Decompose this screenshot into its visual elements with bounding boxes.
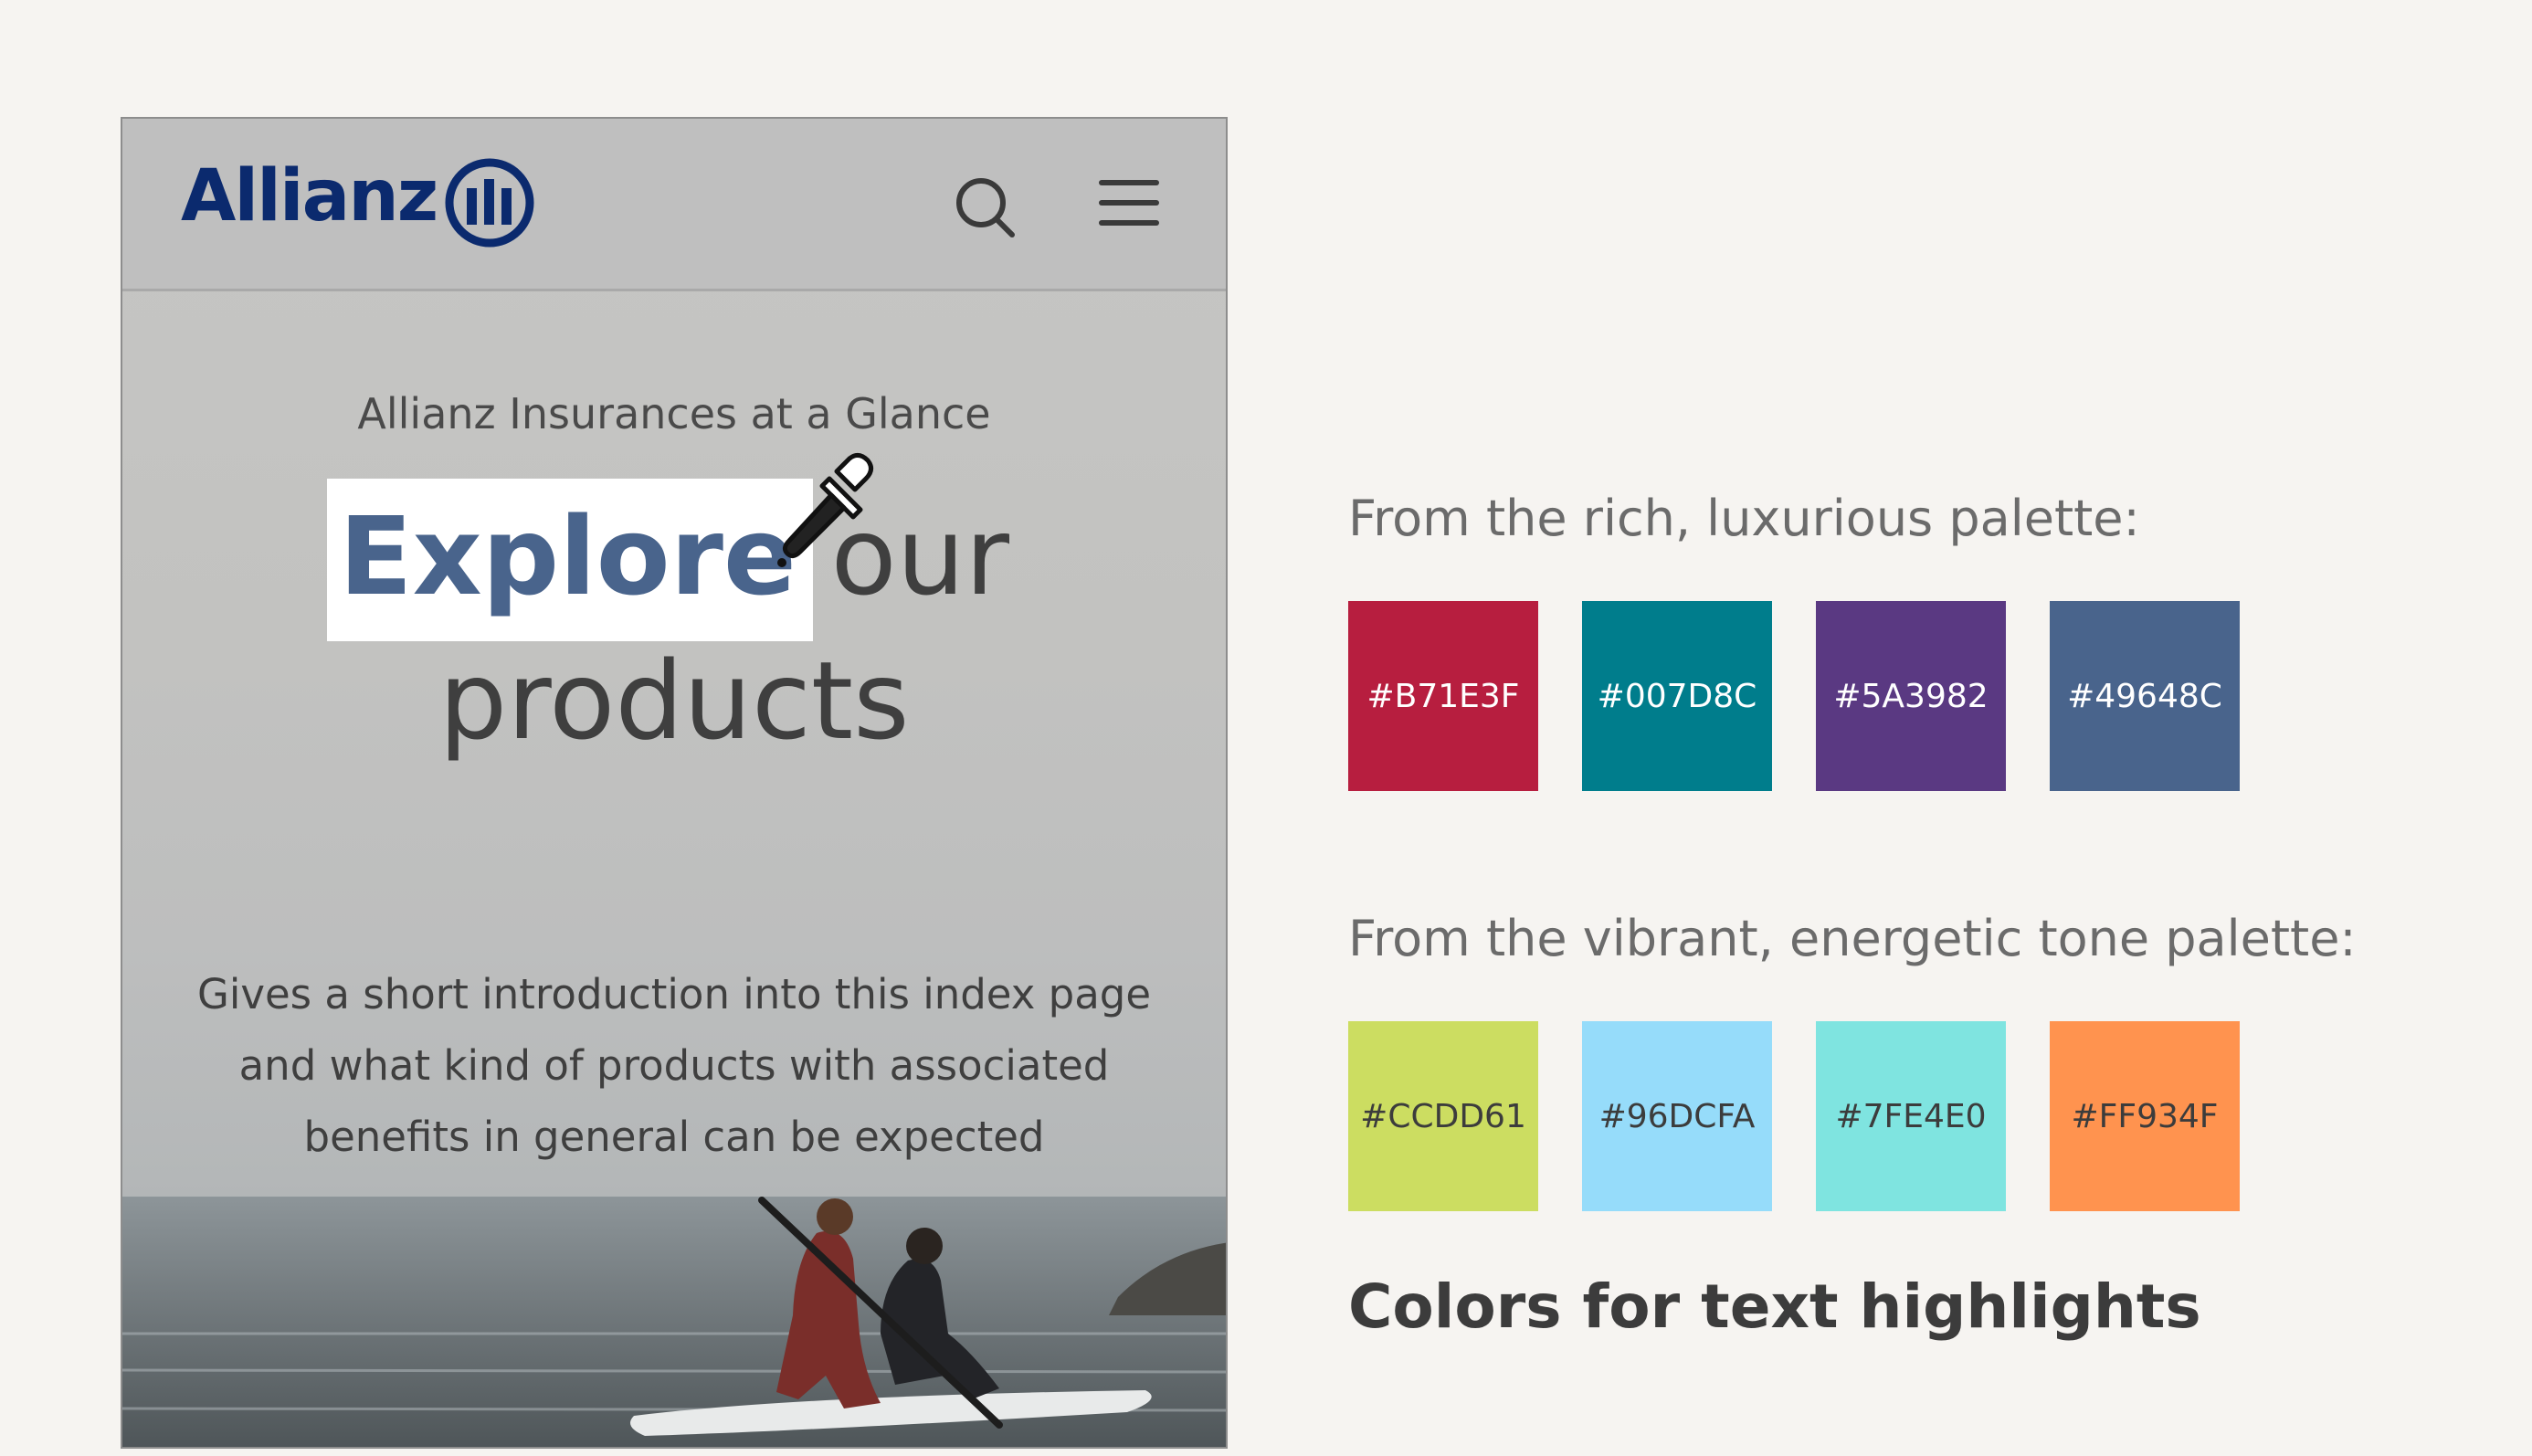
color-swatch[interactable]: #7FE4E0 [1816, 1021, 2006, 1211]
intro-line: benefits in general can be expected [303, 1113, 1045, 1161]
eyedropper-icon [777, 453, 873, 567]
color-swatch[interactable]: #96DCFA [1582, 1021, 1772, 1211]
color-swatch[interactable]: #5A3982 [1816, 601, 2006, 791]
color-swatch[interactable]: #FF934F [2050, 1021, 2240, 1211]
color-swatch[interactable]: #CCDD61 [1348, 1021, 1538, 1211]
page-eyebrow: Allianz Insurances at a Glance [357, 389, 991, 438]
menu-icon[interactable] [1092, 168, 1166, 241]
search-icon[interactable] [948, 168, 1025, 245]
intro-line: Gives a short introduction into this ind… [196, 970, 1152, 1018]
hero-photo-paddleboarders [122, 1197, 1226, 1447]
vibrant-palette-title: From the vibrant, energetic tone palette… [1348, 910, 2357, 967]
intro-line: and what kind of products with associate… [238, 1041, 1110, 1090]
vibrant-palette-swatches: #CCDD61 #96DCFA #7FE4E0 #FF934F [1348, 1021, 2240, 1211]
rich-palette-swatches: #B71E3F #007D8C #5A3982 #49648C [1348, 601, 2240, 791]
color-swatch[interactable]: #B71E3F [1348, 601, 1538, 791]
allianz-logo-icon[interactable] [444, 157, 535, 248]
color-swatch[interactable]: #007D8C [1582, 601, 1772, 791]
headline-highlighted-word: Explore [339, 493, 797, 619]
section-caption: Colors for text highlights [1348, 1271, 2201, 1342]
page-headline: Explore our products [122, 484, 1226, 773]
headline-second-line: products [438, 638, 910, 764]
app-header: Allianz [122, 119, 1226, 291]
rich-palette-title: From the rich, luxurious palette: [1348, 490, 2140, 547]
logo-wordmark[interactable]: Allianz [181, 155, 438, 237]
mobile-page-mockup: Allianz Allianz Insurances at a Glance E… [121, 117, 1228, 1449]
intro-paragraph: Gives a short introduction into this ind… [177, 959, 1171, 1173]
color-swatch[interactable]: #49648C [2050, 601, 2240, 791]
